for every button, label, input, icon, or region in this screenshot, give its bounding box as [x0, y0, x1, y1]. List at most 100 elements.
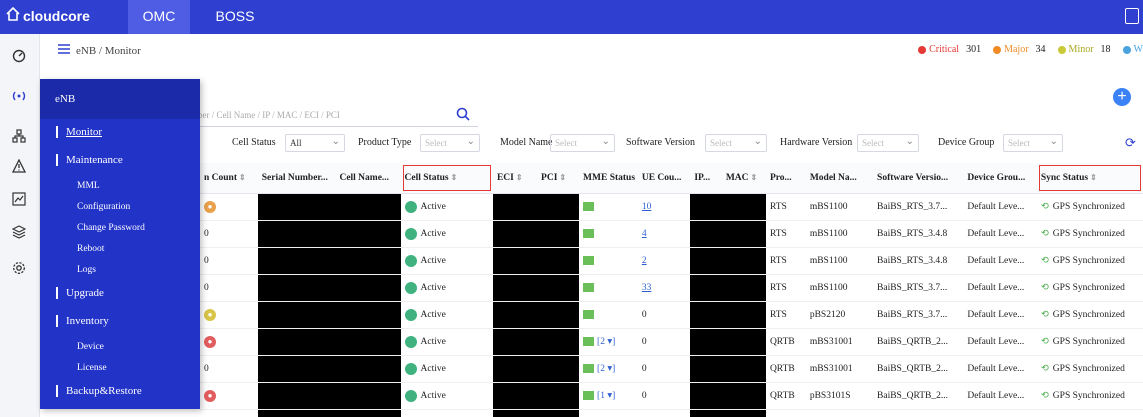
- table-row[interactable]: ● Active 0 RTS pBS2120 BaiBS_RTS_3.7... Defaul…: [200, 301, 1143, 329]
- menu-header[interactable]: eNB: [40, 79, 200, 119]
- col-header[interactable]: IP...: [690, 163, 722, 194]
- device-group: Default Leve...: [967, 201, 1025, 212]
- col-header[interactable]: Device Grou...: [963, 163, 1037, 194]
- ue-count[interactable]: 33: [642, 283, 652, 293]
- col-header[interactable]: Pro...: [765, 163, 806, 194]
- col-header[interactable]: PCI ⇕: [537, 163, 580, 194]
- table-row[interactable]: 0 Active 2 RTS mBS1100 BaiBS_RTS_3.4.8 Default…: [200, 247, 1143, 275]
- alarm-minor[interactable]: Minor 18: [1057, 44, 1111, 55]
- software-version: BaiBS_RTS_3.4.8: [877, 255, 948, 266]
- menu-item-device[interactable]: Device: [77, 336, 104, 358]
- col-header[interactable]: Model Na...: [805, 163, 874, 194]
- screen-icon[interactable]: [1125, 8, 1139, 24]
- col-header-cell-status[interactable]: Cell Status ⇕: [400, 163, 493, 194]
- mme-count[interactable]: [2 ▾]: [597, 364, 615, 374]
- menu-item-mml[interactable]: MML: [77, 175, 100, 197]
- sort-icon[interactable]: ⇕: [451, 173, 458, 182]
- table-row[interactable]: ● Active [1 ▾] 0 QRTB pBS3101S BaiBS_QRTB_2...…: [200, 382, 1143, 410]
- col-header[interactable]: n Count ⇕: [200, 163, 258, 194]
- table-row[interactable]: 0 Active 33 RTS mBS1100 BaiBS_RTS_3.7... Defau…: [200, 274, 1143, 302]
- alarm-icon[interactable]: [9, 156, 29, 176]
- network-icon[interactable]: [9, 126, 29, 146]
- menu-item-license[interactable]: License: [77, 357, 107, 379]
- alarm-badge[interactable]: ●: [204, 335, 216, 348]
- logo[interactable]: cloudcore: [6, 6, 90, 24]
- product-type-select[interactable]: Select ⌄: [420, 134, 480, 152]
- table-row[interactable]: ● Active [2 ▾] 0 QRTB mBS31001 BaiBS_QRTB_2...…: [200, 328, 1143, 356]
- menu-item-configuration[interactable]: Configuration: [77, 196, 130, 218]
- ue-count[interactable]: 2: [642, 256, 647, 266]
- cell-ue: 0: [637, 328, 691, 356]
- col-header[interactable]: UE Cou...: [637, 163, 691, 194]
- table-row[interactable]: 0 3 CR-B486sBS71010BaiBU_DNB4_...Default L…: [200, 409, 1143, 417]
- mme-status-icon[interactable]: [583, 391, 595, 401]
- col-header[interactable]: Cell Name...: [335, 163, 401, 194]
- menu-toggle-icon[interactable]: [58, 44, 70, 57]
- mme-status-icon[interactable]: [583, 201, 595, 211]
- col-header[interactable]: MME Status: [579, 163, 638, 194]
- col-header[interactable]: Serial Number...: [257, 163, 336, 194]
- alarm-critical[interactable]: Critical 301: [918, 44, 981, 55]
- menu-section-inventory[interactable]: Inventory: [40, 308, 200, 334]
- col-header[interactable]: MAC ⇕: [721, 163, 766, 194]
- model-name-select[interactable]: Select ⌄: [550, 134, 615, 152]
- menu-section-upgrade[interactable]: Upgrade: [40, 280, 200, 306]
- col-header[interactable]: Software Versio...: [873, 163, 964, 194]
- cell-status-select[interactable]: All ⌄: [285, 134, 345, 152]
- menu-item-reboot[interactable]: Reboot: [77, 238, 104, 260]
- software-version-select[interactable]: Select ⌄: [705, 134, 767, 152]
- table-row[interactable]: 0 Active 4 RTS mBS1100 BaiBS_RTS_3.4.8 Default…: [200, 220, 1143, 248]
- mme-status-icon[interactable]: [583, 309, 595, 319]
- status-text: Active: [420, 390, 446, 401]
- refresh-icon[interactable]: ⟳: [1125, 135, 1136, 151]
- alarm-badge[interactable]: ●: [204, 308, 216, 321]
- col-header-sync-status[interactable]: Sync Status ⇕: [1036, 163, 1143, 194]
- mme-count[interactable]: [2 ▾]: [597, 337, 615, 347]
- table-row[interactable]: 0 Active [2 ▾] 0 QRTB mBS31001 BaiBS_QRTB_2...…: [200, 355, 1143, 383]
- alarm-badge[interactable]: ●: [204, 200, 216, 213]
- tab-boss-label: BOSS: [215, 8, 255, 24]
- search-input[interactable]: ber / Cell Name / IP / MAC / ECI / PCI: [198, 105, 478, 127]
- hardware-version-select[interactable]: Select ⌄: [857, 134, 919, 152]
- mme-status-icon[interactable]: [583, 228, 595, 238]
- sort-icon[interactable]: ⇕: [751, 173, 758, 182]
- sort-icon[interactable]: ⇕: [1090, 173, 1097, 182]
- cell-pci redacted: [537, 247, 580, 275]
- chart-icon[interactable]: [9, 189, 29, 209]
- cell-product: RTS: [765, 220, 806, 248]
- menu-section-backup-restore[interactable]: Backup&Restore: [40, 378, 200, 404]
- sort-icon[interactable]: ⇕: [239, 173, 246, 182]
- mme-status-icon[interactable]: [583, 364, 595, 374]
- menu-item-logs[interactable]: Logs: [77, 259, 96, 281]
- ue-count[interactable]: 10: [642, 202, 652, 212]
- mme-status-icon[interactable]: [583, 255, 595, 265]
- mme-status-icon[interactable]: [583, 282, 595, 292]
- sort-icon[interactable]: ⇕: [516, 173, 523, 182]
- menu-item-change-password[interactable]: Change Password: [77, 217, 145, 239]
- cell-pci redacted: [537, 193, 580, 221]
- tab-boss[interactable]: BOSS: [210, 0, 260, 34]
- alarm-badge[interactable]: ●: [204, 389, 216, 402]
- menu-section-maintenance[interactable]: Maintenance: [40, 147, 200, 173]
- mme-count[interactable]: [1 ▾]: [597, 391, 615, 401]
- ue-count[interactable]: 4: [642, 229, 647, 239]
- search-icon[interactable]: [456, 107, 470, 128]
- layers-icon[interactable]: [9, 222, 29, 242]
- menu-section-monitor[interactable]: Monitor: [40, 119, 200, 145]
- dashboard-icon[interactable]: [9, 46, 29, 66]
- device-group-select[interactable]: Select ⌄: [1003, 134, 1063, 152]
- mme-status-icon[interactable]: [583, 337, 595, 347]
- home-icon[interactable]: [6, 6, 20, 24]
- antenna-icon[interactable]: [9, 86, 29, 106]
- sort-icon[interactable]: ⇕: [559, 173, 566, 182]
- table-row[interactable]: ● Active 10 RTS mBS1100 BaiBS_RTS_3.7... Defau…: [200, 193, 1143, 221]
- alarm-warning[interactable]: W: [1122, 44, 1143, 55]
- cell-sync: ⟲GPS Synchronized: [1036, 193, 1143, 221]
- tab-omc[interactable]: OMC: [128, 0, 190, 34]
- alarm-major[interactable]: Major 34: [993, 44, 1046, 55]
- cell-software: BaiBS_QRTB_2...: [873, 355, 964, 383]
- menu-item-label: Upgrade: [66, 287, 104, 299]
- settings-icon[interactable]: [9, 258, 29, 278]
- col-header[interactable]: ECI ⇕: [492, 163, 538, 194]
- add-button[interactable]: +: [1113, 88, 1131, 106]
